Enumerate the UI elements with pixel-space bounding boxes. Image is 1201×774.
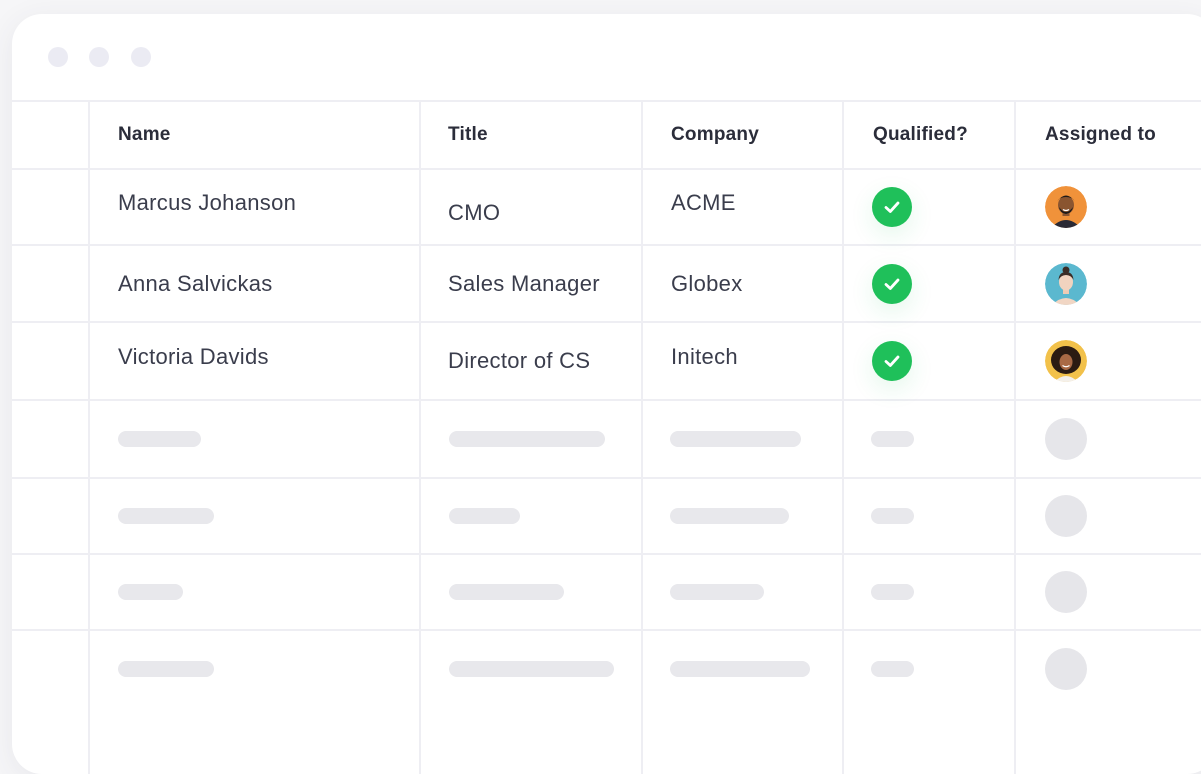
placeholder-row <box>12 401 1201 477</box>
cell-title: Sales Manager <box>448 270 600 296</box>
skeleton-bar <box>871 661 914 677</box>
skeleton-bar <box>118 431 201 447</box>
cell-qualified <box>872 170 912 244</box>
column-header-qualified[interactable]: Qualified? <box>873 102 968 168</box>
skeleton-bar <box>449 508 520 524</box>
avatar[interactable] <box>1045 262 1087 305</box>
app-window: Name Title Company Qualified? Assigned t… <box>12 14 1201 774</box>
table-row[interactable]: Marcus Johanson CMO ACME <box>12 170 1201 244</box>
cell-title: CMO <box>448 200 501 225</box>
skeleton-bar <box>449 584 564 600</box>
avatar[interactable] <box>1045 340 1087 382</box>
window-close-dot[interactable] <box>48 47 68 67</box>
column-header-company[interactable]: Company <box>671 102 759 168</box>
skeleton-bar <box>449 431 605 447</box>
cell-qualified <box>872 246 912 321</box>
cell-assigned-to <box>1045 323 1087 399</box>
cell-title: Director of CS <box>448 348 591 373</box>
window-maximize-dot[interactable] <box>131 47 151 67</box>
table-header: Name Title Company Qualified? Assigned t… <box>12 102 1201 168</box>
placeholder-row <box>12 631 1201 707</box>
placeholder-row <box>12 479 1201 553</box>
skeleton-bar <box>670 584 764 600</box>
column-header-title[interactable]: Title <box>448 102 488 168</box>
cell-name: Victoria Davids <box>118 344 269 369</box>
cell-company: ACME <box>671 190 736 215</box>
skeleton-bar <box>871 584 914 600</box>
column-header-assigned-to[interactable]: Assigned to <box>1045 102 1156 168</box>
skeleton-bar <box>118 584 183 600</box>
skeleton-bar <box>871 508 914 524</box>
window-minimize-dot[interactable] <box>89 47 109 67</box>
cell-assigned-to <box>1045 170 1087 244</box>
table-row[interactable]: Anna Salvickas Sales Manager Globex <box>12 246 1201 321</box>
check-circle-icon <box>872 263 912 304</box>
skeleton-bar <box>118 508 214 524</box>
skeleton-bar <box>871 431 914 447</box>
skeleton-avatar <box>1045 648 1087 690</box>
skeleton-avatar <box>1045 571 1087 613</box>
avatar[interactable] <box>1045 186 1087 228</box>
skeleton-bar <box>118 661 214 677</box>
placeholder-row <box>12 555 1201 629</box>
check-circle-icon <box>872 341 912 381</box>
cell-name: Anna Salvickas <box>118 270 273 296</box>
skeleton-bar <box>449 661 614 677</box>
cell-assigned-to <box>1045 246 1087 321</box>
skeleton-avatar <box>1045 495 1087 537</box>
column-header-name[interactable]: Name <box>118 102 171 168</box>
skeleton-bar <box>670 661 810 677</box>
check-circle-icon <box>872 187 912 227</box>
cell-name: Marcus Johanson <box>118 190 297 215</box>
skeleton-avatar <box>1045 418 1087 460</box>
skeleton-bar <box>670 508 789 524</box>
table-row[interactable]: Victoria Davids Director of CS Initech <box>12 323 1201 399</box>
title-bar <box>12 14 1201 100</box>
cell-company: Initech <box>671 344 738 369</box>
leads-table: Name Title Company Qualified? Assigned t… <box>12 100 1201 774</box>
cell-qualified <box>872 323 912 399</box>
cell-company: Globex <box>671 270 743 296</box>
skeleton-bar <box>670 431 801 447</box>
